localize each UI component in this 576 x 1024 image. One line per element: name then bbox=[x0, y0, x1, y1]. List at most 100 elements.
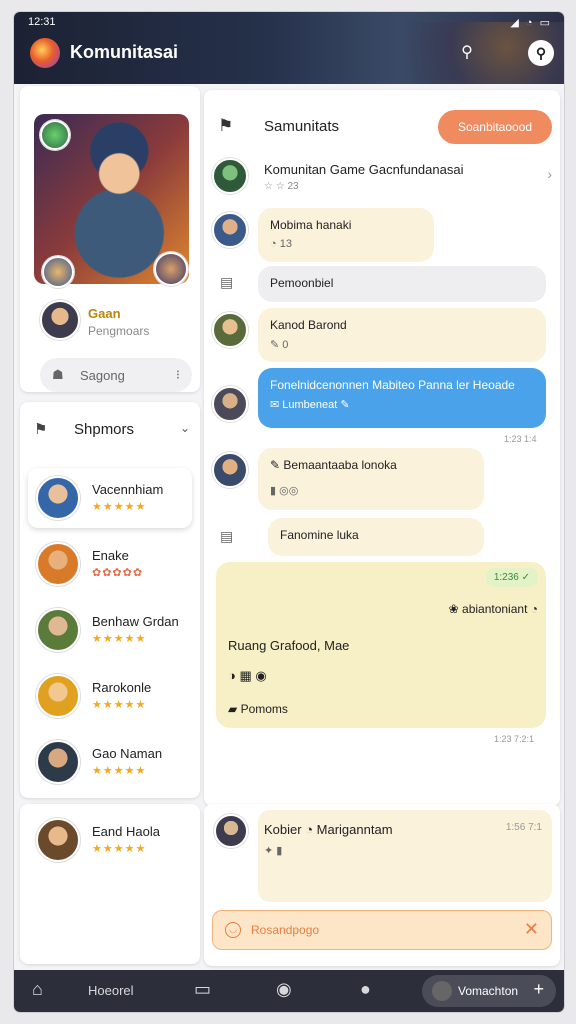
friends-list: ⚑ Shpmors ⌄ Vacennhiam ★★★★★ Enake ✿✿✿✿✿… bbox=[20, 402, 200, 798]
avatar[interactable] bbox=[212, 452, 248, 488]
friend-rating: ★★★★★ bbox=[92, 843, 147, 855]
avatar bbox=[36, 740, 80, 784]
profile-icon[interactable]: ⚲ bbox=[528, 40, 554, 66]
bottom-nav: ⌂ Hoeorel ▭ ◉ ● Vomachton + bbox=[14, 970, 564, 1012]
message-bubble[interactable]: Mobima hanaki ◔ 13 bbox=[258, 208, 434, 262]
friend-item[interactable]: Vacennhiam ★★★★★ bbox=[28, 468, 192, 528]
document-icon[interactable]: ▤ bbox=[220, 528, 233, 545]
chat-icon: ▭ bbox=[194, 979, 212, 999]
app-logo bbox=[30, 38, 60, 68]
camera-icon bbox=[432, 981, 452, 1001]
pinned-friend-card: Eand Haola ★★★★★ bbox=[20, 804, 200, 964]
join-button[interactable]: Soanbitaoood bbox=[438, 110, 552, 144]
avatar[interactable] bbox=[214, 814, 248, 848]
message-meta: ◔ 13 bbox=[270, 238, 292, 250]
hero-badge-avatar bbox=[40, 120, 70, 150]
message-text: Fanomine luka bbox=[280, 528, 359, 542]
friend-item[interactable]: Eand Haola ★★★★★ bbox=[28, 810, 192, 870]
message-bubble[interactable]: Kanod Barond ✎ 0 bbox=[258, 308, 546, 362]
nav-profile[interactable]: ● bbox=[360, 970, 390, 1012]
chevron-right-icon[interactable]: › bbox=[547, 166, 552, 182]
message-bubble[interactable]: Kobier ◔ Mariganntam 1:56 7:1 ✦ ▮ bbox=[258, 810, 552, 902]
emoji-icon[interactable]: ◡ bbox=[225, 922, 241, 938]
hero-card: Gaan Pengmoars ☗ Sagong ⁝ bbox=[20, 86, 200, 392]
create-button[interactable]: Vomachton + bbox=[422, 975, 556, 1007]
nav-label-item[interactable]: Hoeorel bbox=[88, 970, 148, 1012]
avatar bbox=[40, 300, 80, 340]
filter-icon[interactable]: ⁝ bbox=[176, 367, 180, 383]
group-row[interactable]: Komunitan Game Gacnfundanasai ☆ ☆ 23 › bbox=[212, 154, 552, 198]
avatar bbox=[36, 608, 80, 652]
current-user[interactable]: Gaan Pengmoars bbox=[34, 300, 194, 344]
avatar[interactable] bbox=[212, 212, 248, 248]
message-text: ❀ abiantoniant ◔ bbox=[448, 602, 538, 616]
friend-rating: ★★★★★ bbox=[92, 501, 147, 513]
avatar[interactable] bbox=[212, 312, 248, 348]
friend-item[interactable]: Rarokonle ★★★★★ bbox=[28, 666, 192, 726]
nav-label: Hoeorel bbox=[88, 983, 134, 998]
compass-icon: ◉ bbox=[276, 979, 292, 999]
message-text: Fonelnidcenonnen Mabiteo Panna ler Heoad… bbox=[270, 378, 515, 392]
group-name: Komunitan Game Gacnfundanasai bbox=[264, 162, 464, 177]
message-text: ▰ Pomoms bbox=[228, 702, 288, 716]
avatar bbox=[212, 158, 248, 194]
friend-name: Benhaw Grdan bbox=[92, 614, 179, 629]
nav-explore[interactable]: ◉ bbox=[276, 970, 306, 1012]
close-icon[interactable]: ✕ bbox=[524, 919, 539, 940]
avatar bbox=[36, 476, 80, 520]
message-bubble[interactable]: ✎ Bemaantaaba lonoka ▮ ◎◎ bbox=[258, 448, 484, 510]
friend-rating: ★★★★★ bbox=[92, 765, 147, 777]
flag-icon: ⚑ bbox=[34, 421, 48, 438]
status-icons: ◢ ◔ ▭ bbox=[510, 17, 552, 29]
friend-name: Eand Haola bbox=[92, 824, 160, 839]
home-icon: ⌂ bbox=[32, 979, 43, 999]
friend-name: Gao Naman bbox=[92, 746, 163, 761]
hero-avatar-right[interactable] bbox=[154, 252, 188, 286]
friend-rating: ★★★★★ bbox=[92, 699, 147, 711]
message-bubble[interactable]: 1:236 ✓ ❀ abiantoniant ◔ Ruang Grafood, … bbox=[216, 562, 546, 728]
friends-header[interactable]: ⚑ Shpmors ⌄ bbox=[34, 418, 190, 442]
document-icon[interactable]: ▤ bbox=[220, 274, 233, 291]
message-bubble[interactable]: Fanomine luka bbox=[268, 518, 484, 556]
status-time: 12:31 bbox=[28, 16, 56, 28]
search-icon[interactable]: ⚲ bbox=[456, 42, 478, 64]
nav-chat[interactable]: ▭ bbox=[194, 970, 224, 1012]
plus-icon: + bbox=[533, 979, 544, 999]
friend-item[interactable]: Benhaw Grdan ★★★★★ bbox=[28, 600, 192, 660]
friend-name: Vacennhiam bbox=[92, 482, 164, 497]
hero-avatar-left[interactable] bbox=[42, 256, 74, 288]
composer-panel: Kobier ◔ Mariganntam 1:56 7:1 ✦ ▮ ◡ Rosa… bbox=[204, 804, 560, 966]
status-bar: 12:31 ◢ ◔ ▭ bbox=[14, 12, 564, 34]
message-text: ✎ Bemaantaaba lonoka bbox=[270, 458, 397, 472]
timestamp: 1:56 7:1 bbox=[505, 822, 542, 833]
timestamp: 1:23 7:2:1 bbox=[494, 734, 535, 744]
friend-item[interactable]: Gao Naman ★★★★★ bbox=[28, 732, 192, 792]
emoji-row: ◑ ▦ ◉ bbox=[228, 668, 267, 683]
chat-panel: ⚑ Samunitats Soanbitaoood Komunitan Game… bbox=[204, 90, 560, 806]
message-bubble[interactable]: Fonelnidcenonnen Mabiteo Panna ler Heoad… bbox=[258, 368, 546, 428]
friend-rating: ★★★★★ bbox=[92, 633, 147, 645]
timestamp: 1:23 1:4 bbox=[504, 434, 537, 444]
friend-name: Rarokonle bbox=[92, 680, 152, 695]
message-text: Kobier ◔ Mariganntam bbox=[264, 822, 393, 837]
avatar[interactable] bbox=[212, 386, 248, 422]
message-text: Mobima hanaki bbox=[270, 218, 352, 232]
avatar bbox=[36, 818, 80, 862]
avatar bbox=[36, 542, 80, 586]
app-header: 12:31 ◢ ◔ ▭ Komunitasai ⚲ ⚲ bbox=[14, 12, 564, 84]
nav-home[interactable]: ⌂ bbox=[32, 970, 62, 1012]
delivered-badge: 1:236 ✓ bbox=[485, 568, 538, 587]
search-input[interactable]: ☗ Sagong ⁝ bbox=[40, 358, 192, 392]
search-placeholder: Sagong bbox=[80, 368, 125, 383]
friend-item[interactable]: Enake ✿✿✿✿✿ bbox=[28, 534, 192, 594]
message-bubble[interactable]: Pemoonbiel bbox=[258, 266, 546, 302]
lock-icon: ☗ bbox=[52, 367, 64, 382]
group-meta: ☆ ☆ 23 bbox=[264, 181, 299, 192]
chat-title: Samunitats bbox=[264, 118, 340, 135]
friend-rating: ✿✿✿✿✿ bbox=[92, 567, 144, 579]
message-input[interactable]: ◡ Rosandpogo ✕ bbox=[212, 910, 552, 950]
message-meta: ✦ ▮ bbox=[264, 845, 283, 857]
app-frame: 12:31 ◢ ◔ ▭ Komunitasai ⚲ ⚲ Gaan Pengmoa… bbox=[14, 12, 564, 1012]
chevron-down-icon[interactable]: ⌄ bbox=[180, 421, 190, 435]
flag-icon: ⚑ bbox=[218, 116, 234, 135]
